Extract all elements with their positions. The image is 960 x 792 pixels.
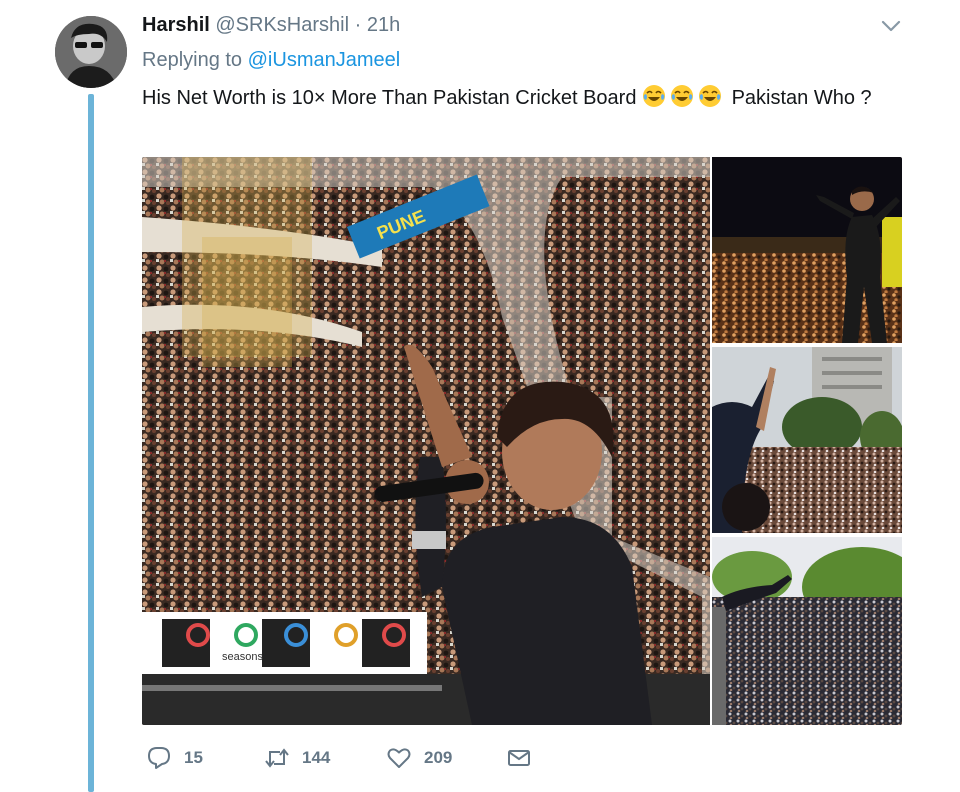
middle-right-photo[interactable] [712,347,902,533]
face-with-tears-of-joy-icon [643,85,666,107]
tweet-header: Harshil @SRKsHarshil · 21h [142,12,400,38]
like-count: 209 [424,748,453,767]
like-button[interactable]: 209 [386,740,452,776]
heart-icon [387,748,411,768]
avatar[interactable] [55,16,127,88]
replying-to: Replying to @iUsmanJameel [142,47,400,73]
retweet-icon [265,748,289,768]
main-photo[interactable]: PUNE seasons [142,157,710,725]
reply-count: 15 [184,748,203,767]
reply-icon [148,747,170,769]
envelope-icon [508,750,530,766]
replying-handle-link[interactable]: @iUsmanJameel [248,49,401,71]
reply-button[interactable]: 15 [146,740,203,776]
tweet-text-tail: Pakistan Who ? [731,87,872,109]
chevron-down-icon [881,20,901,32]
display-name[interactable]: Harshil [142,14,210,36]
retweet-button[interactable]: 144 [264,740,330,776]
railing-seasons-text: seasons [222,651,263,663]
separator: · [354,14,362,36]
bottom-right-photo[interactable] [712,537,902,725]
handle[interactable]: @SRKsHarshil [215,14,349,36]
thread-line [88,94,94,792]
tweet-text: His Net Worth is 10× More Than Pakistan … [142,84,902,113]
tweet-text-main: His Net Worth is 10× More Than Pakistan … [142,87,637,109]
retweet-count: 144 [302,748,331,767]
media-grid: PUNE seasons [142,157,902,725]
face-with-tears-of-joy-icon [671,85,694,107]
face-with-tears-of-joy-icon [699,85,722,107]
replying-prefix: Replying to [142,49,243,71]
more-options-button[interactable] [879,14,903,38]
direct-message-button[interactable] [506,740,532,776]
top-right-photo[interactable] [712,157,902,343]
timestamp[interactable]: 21h [367,14,400,36]
